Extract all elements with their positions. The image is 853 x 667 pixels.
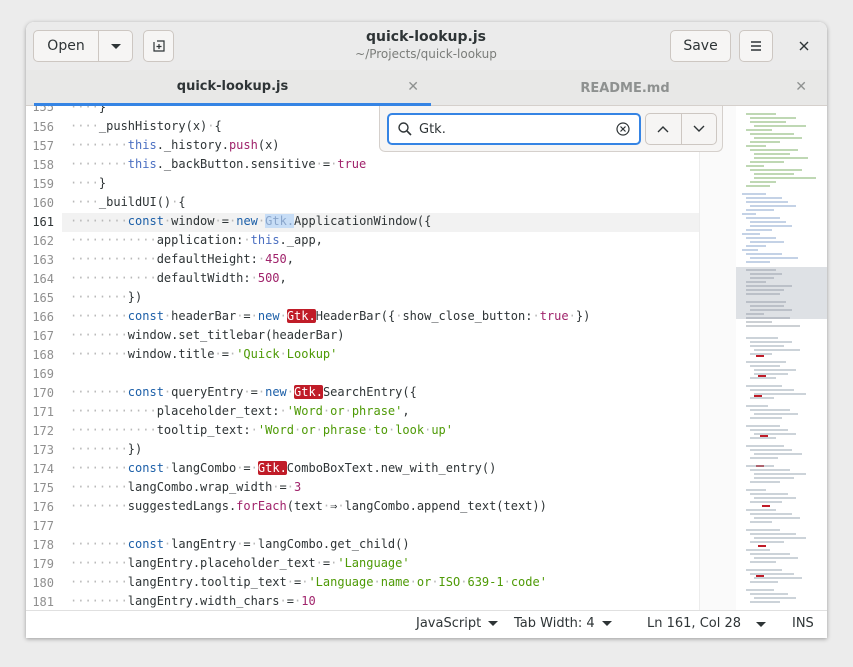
line-number: 175 bbox=[32, 481, 54, 495]
language-label: JavaScript bbox=[416, 616, 482, 631]
chevron-down-icon bbox=[601, 621, 612, 626]
tab-width-label: Tab Width: 4 bbox=[514, 616, 595, 631]
open-button-group: Open bbox=[33, 30, 133, 62]
code-minimap[interactable] bbox=[736, 106, 827, 610]
line-number: 171 bbox=[32, 405, 54, 419]
search-navigation bbox=[645, 113, 717, 145]
line-number: 173 bbox=[32, 443, 54, 457]
save-button[interactable]: Save bbox=[670, 30, 731, 62]
previous-match-button[interactable] bbox=[646, 114, 682, 144]
go-to-line-menu[interactable] bbox=[756, 622, 766, 627]
line-number: 169 bbox=[32, 367, 54, 381]
chevron-up-icon bbox=[657, 126, 669, 133]
search-icon bbox=[398, 122, 412, 136]
line-number: 166 bbox=[32, 310, 54, 324]
tab-close-icon[interactable]: ✕ bbox=[407, 79, 419, 95]
close-icon bbox=[799, 41, 809, 51]
tab-close-icon[interactable]: ✕ bbox=[795, 79, 807, 95]
line-number: 163 bbox=[32, 253, 54, 267]
insert-mode-indicator: INS bbox=[792, 616, 814, 631]
window-close-button[interactable] bbox=[788, 30, 820, 62]
line-number: 170 bbox=[32, 386, 54, 400]
chevron-down-icon bbox=[693, 125, 705, 132]
line-number: 180 bbox=[32, 576, 54, 590]
clear-search-icon[interactable] bbox=[615, 121, 631, 137]
code-lines: ····} ····_pushHistory(x)·{ ········this… bbox=[70, 106, 591, 608]
tab-quick-lookup[interactable]: quick-lookup.js ✕ bbox=[34, 70, 431, 106]
open-menu-button[interactable] bbox=[99, 31, 132, 61]
tab-label: README.md bbox=[580, 80, 670, 96]
header-bar: Open quick-lookup.js ~/Projects/quick-lo… bbox=[26, 22, 827, 70]
line-number: 164 bbox=[32, 272, 54, 286]
chevron-down-icon bbox=[488, 621, 499, 626]
line-number: 156 bbox=[32, 120, 54, 134]
minimap-code-preview bbox=[742, 113, 816, 603]
new-tab-icon bbox=[152, 40, 165, 52]
line-number: 159 bbox=[32, 177, 54, 191]
line-number: 172 bbox=[32, 424, 54, 438]
status-bar: JavaScript Tab Width: 4 Ln 161, Col 28 I… bbox=[26, 610, 827, 638]
line-number-gutter: 155 156 157 158 159 160 161 162 163 164 … bbox=[26, 106, 62, 610]
line-number: 174 bbox=[32, 462, 54, 476]
line-number: 168 bbox=[32, 348, 54, 362]
line-number: 160 bbox=[32, 196, 54, 210]
search-bar: Gtk. bbox=[379, 106, 723, 152]
new-tab-button[interactable] bbox=[143, 30, 174, 62]
search-text: Gtk. bbox=[419, 122, 446, 137]
line-number: 178 bbox=[32, 538, 54, 552]
code-editor[interactable]: 155 156 157 158 159 160 161 162 163 164 … bbox=[26, 106, 827, 610]
open-button[interactable]: Open bbox=[34, 31, 99, 61]
line-number: 177 bbox=[32, 519, 54, 533]
chevron-down-icon bbox=[110, 43, 121, 49]
line-number: 165 bbox=[32, 291, 54, 305]
next-match-button[interactable] bbox=[682, 114, 717, 144]
chevron-down-icon bbox=[756, 622, 766, 627]
line-number: 176 bbox=[32, 500, 54, 514]
line-number: 181 bbox=[32, 595, 54, 609]
line-number: 155 bbox=[32, 106, 54, 114]
tab-label: quick-lookup.js bbox=[176, 79, 289, 94]
cursor-position-selector[interactable]: Ln 161, Col 28 bbox=[647, 616, 741, 631]
line-number-current: 161 bbox=[32, 215, 54, 229]
line-number: 179 bbox=[32, 557, 54, 571]
insert-mode-label: INS bbox=[792, 616, 814, 631]
hamburger-menu-icon bbox=[751, 41, 761, 51]
tab-bar: quick-lookup.js ✕ README.md ✕ bbox=[26, 70, 827, 106]
line-number: 157 bbox=[32, 139, 54, 153]
line-number: 158 bbox=[32, 158, 54, 172]
main-menu-button[interactable] bbox=[739, 30, 773, 62]
language-selector[interactable]: JavaScript bbox=[416, 616, 499, 631]
title-block: quick-lookup.js ~/Projects/quick-lookup bbox=[286, 28, 566, 62]
tab-width-selector[interactable]: Tab Width: 4 bbox=[514, 616, 612, 631]
cursor-position: Ln 161, Col 28 bbox=[647, 616, 742, 631]
line-number: 162 bbox=[32, 234, 54, 248]
window-subtitle: ~/Projects/quick-lookup bbox=[355, 47, 497, 61]
editor-window: Open quick-lookup.js ~/Projects/quick-lo… bbox=[26, 22, 827, 638]
search-input[interactable]: Gtk. bbox=[387, 113, 641, 145]
tab-readme[interactable]: README.md ✕ bbox=[431, 70, 819, 106]
editor-scrollbar[interactable] bbox=[699, 106, 737, 610]
line-number: 167 bbox=[32, 329, 54, 343]
window-title: quick-lookup.js bbox=[366, 29, 486, 45]
